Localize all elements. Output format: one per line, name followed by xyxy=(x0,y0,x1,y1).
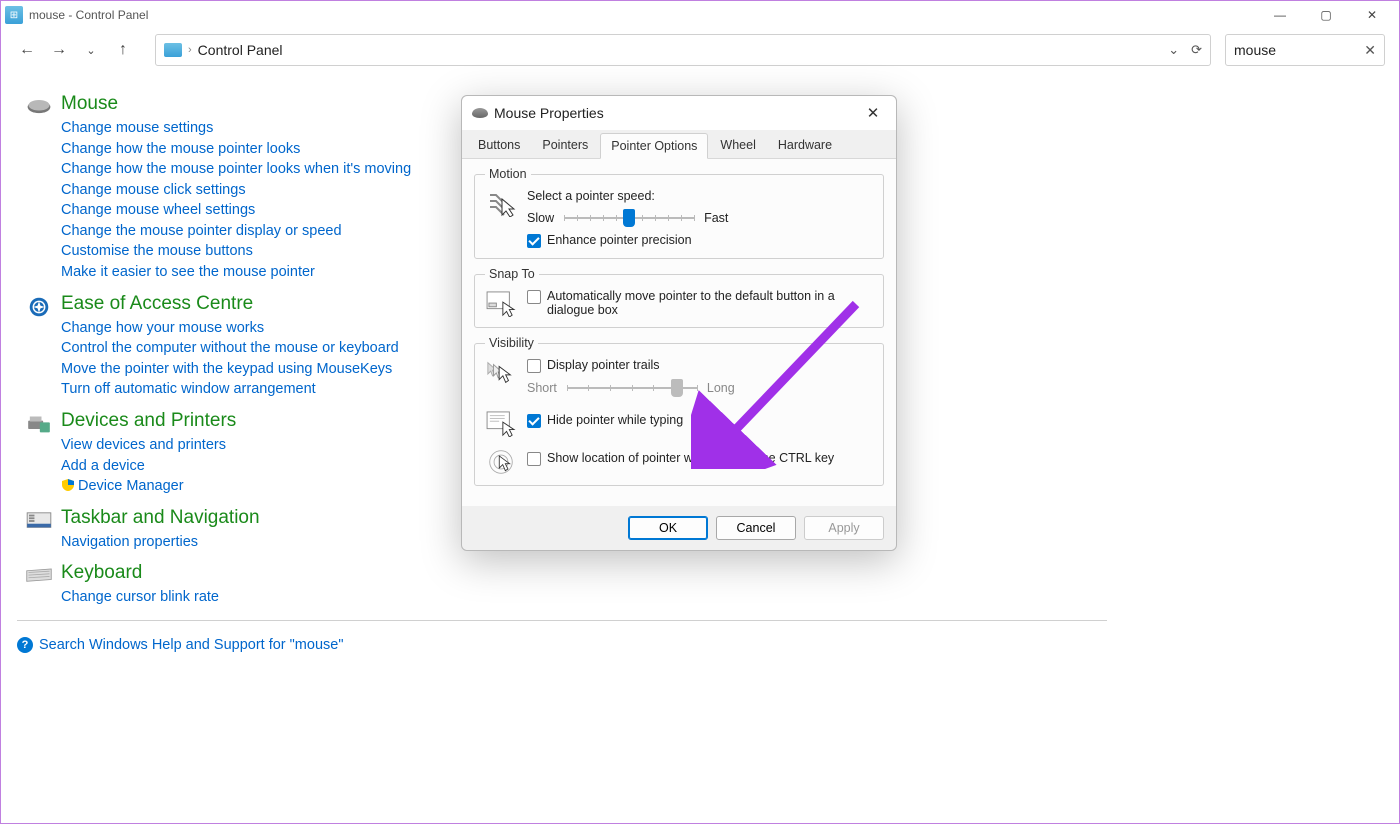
recent-dropdown[interactable]: ⌄ xyxy=(79,38,103,62)
divider xyxy=(17,620,1107,621)
refresh-button[interactable]: ⟳ xyxy=(1191,42,1202,58)
enhance-precision-checkbox[interactable] xyxy=(527,234,541,248)
address-bar[interactable]: › Control Panel ⌄ ⟳ xyxy=(155,34,1211,66)
up-button[interactable]: ↑ xyxy=(111,38,135,62)
dialog-titlebar[interactable]: Mouse Properties ✕ xyxy=(462,96,896,130)
hide-pointer-label: Hide pointer while typing xyxy=(547,413,683,427)
tab-pointer-options[interactable]: Pointer Options xyxy=(600,133,708,159)
slow-label: Slow xyxy=(527,211,554,225)
apply-button: Apply xyxy=(804,516,884,540)
search-value: mouse xyxy=(1234,42,1276,58)
shield-icon xyxy=(61,478,75,492)
hide-pointer-icon xyxy=(485,409,517,437)
close-button[interactable]: ✕ xyxy=(1349,1,1395,29)
maximize-button[interactable]: ▢ xyxy=(1303,1,1349,29)
keyboard-icon xyxy=(17,562,61,608)
chevron-right-icon: › xyxy=(188,44,192,56)
pointer-trails-label: Display pointer trails xyxy=(547,358,660,372)
taskbar-icon xyxy=(17,507,61,553)
cancel-button[interactable]: Cancel xyxy=(716,516,796,540)
tab-hardware[interactable]: Hardware xyxy=(768,133,842,158)
tab-strip: Buttons Pointers Pointer Options Wheel H… xyxy=(462,130,896,159)
snap-to-legend: Snap To xyxy=(485,267,539,281)
help-icon: ? xyxy=(17,637,33,653)
mouse-icon xyxy=(17,93,61,283)
clear-search-button[interactable]: ✕ xyxy=(1364,42,1376,59)
address-dropdown[interactable]: ⌄ xyxy=(1168,42,1179,58)
mouse-icon xyxy=(472,108,488,118)
dialog-title: Mouse Properties xyxy=(494,105,604,121)
window-titlebar: ⊞ mouse - Control Panel — ▢ ✕ xyxy=(1,1,1399,29)
control-panel-icon xyxy=(164,43,182,57)
fast-label: Fast xyxy=(704,211,728,225)
pointer-trails-checkbox[interactable] xyxy=(527,359,541,373)
motion-group: Motion Select a pointer speed: Slow Fas xyxy=(474,167,884,259)
help-link[interactable]: ? Search Windows Help and Support for "m… xyxy=(17,633,1383,657)
visibility-legend: Visibility xyxy=(485,336,538,350)
snap-to-checkbox[interactable] xyxy=(527,290,541,304)
link-cursor-blink-rate[interactable]: Change cursor blink rate xyxy=(61,587,1383,608)
pointer-speed-label: Select a pointer speed: xyxy=(527,189,873,203)
forward-button[interactable]: → xyxy=(47,38,71,62)
control-panel-icon: ⊞ xyxy=(5,6,23,24)
back-button[interactable]: ← xyxy=(15,38,39,62)
hide-pointer-checkbox[interactable] xyxy=(527,414,541,428)
snap-to-label: Automatically move pointer to the defaul… xyxy=(547,289,873,317)
long-label: Long xyxy=(707,381,735,395)
ctrl-locate-checkbox[interactable] xyxy=(527,452,541,466)
group-keyboard: Keyboard Change cursor blink rate xyxy=(17,562,1383,608)
ctrl-locate-icon xyxy=(485,447,517,475)
ok-button[interactable]: OK xyxy=(628,516,708,540)
pointer-speed-slider[interactable] xyxy=(564,209,694,227)
snap-to-icon xyxy=(485,289,517,317)
breadcrumb[interactable]: Control Panel xyxy=(198,42,283,58)
window-title: mouse - Control Panel xyxy=(29,8,148,22)
minimize-button[interactable]: — xyxy=(1257,1,1303,29)
search-input[interactable]: mouse ✕ xyxy=(1225,34,1385,66)
enhance-precision-label: Enhance pointer precision xyxy=(547,233,692,247)
pointer-trails-icon xyxy=(485,358,517,399)
dialog-close-button[interactable]: ✕ xyxy=(860,104,886,122)
tab-buttons[interactable]: Buttons xyxy=(468,133,530,158)
trail-length-slider xyxy=(567,379,697,397)
group-title: Keyboard xyxy=(61,562,1383,584)
tab-pointers[interactable]: Pointers xyxy=(532,133,598,158)
navigation-bar: ← → ⌄ ↑ › Control Panel ⌄ ⟳ mouse ✕ xyxy=(1,29,1399,71)
ease-of-access-icon xyxy=(17,293,61,400)
snap-to-group: Snap To Automatically move pointer to th… xyxy=(474,267,884,328)
mouse-properties-dialog: Mouse Properties ✕ Buttons Pointers Poin… xyxy=(461,95,897,551)
visibility-group: Visibility Display pointer trails Short xyxy=(474,336,884,486)
tab-wheel[interactable]: Wheel xyxy=(710,133,765,158)
pointer-speed-icon xyxy=(485,189,517,248)
motion-legend: Motion xyxy=(485,167,531,181)
short-label: Short xyxy=(527,381,557,395)
ctrl-locate-label: Show location of pointer when I press th… xyxy=(547,451,834,465)
devices-printers-icon xyxy=(17,410,61,497)
